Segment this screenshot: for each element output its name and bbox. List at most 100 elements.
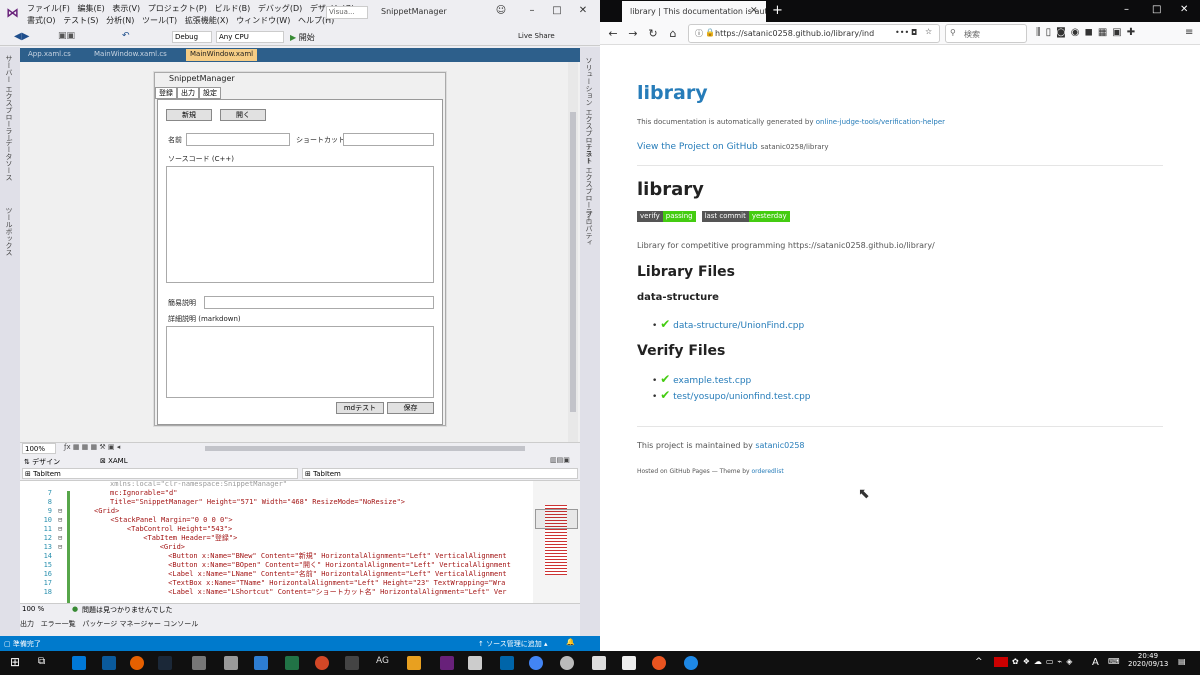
forward-icon[interactable]: → bbox=[626, 27, 640, 41]
menu-project[interactable]: プロジェクト(P) bbox=[148, 4, 207, 13]
excel-icon[interactable] bbox=[285, 656, 299, 670]
code-zoom[interactable]: 100 % bbox=[22, 605, 44, 613]
menu-test[interactable]: テスト(S) bbox=[63, 16, 98, 25]
app-ag-icon[interactable]: AG bbox=[376, 656, 389, 666]
unionfind-test-link[interactable]: test/yosupo/unionfind.test.cpp bbox=[673, 392, 810, 402]
app-icon[interactable] bbox=[254, 656, 268, 670]
vs-search-box[interactable]: Visua... bbox=[326, 6, 368, 19]
md-test-button[interactable]: mdテスト bbox=[336, 402, 384, 414]
shortcut-field[interactable] bbox=[343, 133, 434, 146]
ime-indicator[interactable]: A bbox=[1092, 657, 1099, 668]
new-tab-icon[interactable]: + bbox=[772, 3, 783, 18]
form-tab-register[interactable]: 登録 bbox=[155, 87, 177, 99]
code-minimap[interactable] bbox=[533, 481, 580, 603]
minimap-viewport[interactable] bbox=[535, 509, 578, 529]
pocket-icon[interactable]: ◘ bbox=[911, 28, 917, 37]
ff-maximize-icon[interactable]: □ bbox=[1152, 4, 1161, 15]
error-list-tab[interactable]: エラー一覧 bbox=[41, 620, 76, 628]
start-button[interactable]: ▶ 開始 bbox=[290, 32, 315, 43]
back-forward-icon[interactable]: ◀▶ bbox=[14, 31, 29, 42]
tray-expand-icon[interactable]: ^ bbox=[975, 657, 983, 667]
menu-edit[interactable]: 編集(E) bbox=[77, 4, 104, 13]
unionfind-link[interactable]: data-structure/UnionFind.cpp bbox=[673, 321, 804, 331]
design-tab[interactable]: ⇅ デザイン bbox=[24, 457, 60, 467]
menu-tools[interactable]: ツール(T) bbox=[142, 16, 177, 25]
site-title-link[interactable]: library bbox=[637, 82, 708, 104]
page-actions-icon[interactable]: ••• bbox=[895, 28, 909, 37]
account-icon[interactable]: ☺ bbox=[491, 4, 511, 18]
search-box[interactable]: ⚲ 検索 bbox=[945, 24, 1027, 43]
edge-icon[interactable] bbox=[72, 656, 86, 670]
menu-debug[interactable]: デバッグ(D) bbox=[258, 4, 302, 13]
close-icon[interactable]: ✕ bbox=[573, 4, 593, 18]
doc-tab-mainwindow-cs[interactable]: MainWindow.xaml.cs bbox=[90, 49, 171, 61]
name-field[interactable] bbox=[186, 133, 290, 146]
menu-icon[interactable]: ≡ bbox=[1185, 27, 1193, 38]
app-icon[interactable] bbox=[560, 656, 574, 670]
open-button[interactable]: 開く bbox=[220, 109, 266, 121]
reload-icon[interactable]: ↻ bbox=[646, 27, 660, 41]
start-icon[interactable]: ⊞ bbox=[10, 655, 20, 669]
home-icon[interactable]: ⌂ bbox=[666, 27, 680, 41]
maps-icon[interactable] bbox=[684, 656, 698, 670]
maximize-icon[interactable]: □ bbox=[547, 4, 567, 18]
source-field[interactable] bbox=[166, 166, 434, 283]
short-desc-field[interactable] bbox=[204, 296, 434, 309]
grid-icons[interactable]: ƒx ▦ ▦ ▦ ⚒ ▣ ◂ bbox=[64, 443, 120, 451]
doc-tab-mainwindow-xaml[interactable]: MainWindow.xaml bbox=[186, 49, 258, 61]
detail-desc-field[interactable] bbox=[166, 326, 434, 398]
app-icon[interactable] bbox=[622, 656, 636, 670]
horizontal-scroll-thumb[interactable] bbox=[205, 446, 525, 451]
verify-badge-status[interactable]: passing bbox=[662, 211, 696, 222]
xaml-code-editor[interactable]: xmlns:local="clr-namespace:SnippetManage… bbox=[20, 481, 533, 603]
xaml-tab[interactable]: ⊠ XAML bbox=[100, 457, 128, 465]
output-tab[interactable]: 出力 bbox=[20, 620, 34, 628]
tray-ime-icon[interactable]: ⌨ bbox=[1108, 657, 1120, 666]
ff-minimize-icon[interactable]: – bbox=[1124, 4, 1129, 15]
minimize-icon[interactable]: – bbox=[522, 4, 542, 18]
view-project-link[interactable]: View the Project on GitHub bbox=[637, 142, 758, 152]
properties-tab[interactable]: プロパティ bbox=[584, 211, 594, 246]
tray-app-icon[interactable] bbox=[994, 657, 1008, 667]
notification-center-icon[interactable]: ▤ bbox=[1178, 657, 1186, 666]
new-button[interactable]: 新規 bbox=[166, 109, 212, 121]
example-test-link[interactable]: example.test.cpp bbox=[673, 376, 751, 386]
firefox-icon[interactable] bbox=[130, 656, 144, 670]
theme-link[interactable]: orderedlist bbox=[752, 468, 784, 475]
undo-icon[interactable]: ↶ bbox=[122, 31, 130, 41]
data-source-tab[interactable]: データソース bbox=[4, 139, 14, 181]
server-explorer-tab[interactable]: サーバー エクスプローラー bbox=[4, 55, 14, 141]
steam-icon[interactable] bbox=[158, 656, 172, 670]
tab-close-icon[interactable]: ✕ bbox=[750, 6, 758, 16]
oj-verify-link[interactable]: online-judge-tools/verification-helper bbox=[816, 118, 945, 126]
url-bar[interactable]: ⓘ 🔒 https://satanic0258.github.io/librar… bbox=[688, 24, 940, 43]
menu-view[interactable]: 表示(V) bbox=[112, 4, 140, 13]
ff-close-icon[interactable]: ✕ bbox=[1180, 4, 1188, 15]
nav-left-select[interactable]: ⊞ TabItem bbox=[22, 468, 298, 479]
tray-icons[interactable]: ✿❖☁▭⌁◈ bbox=[1012, 657, 1076, 666]
task-view-icon[interactable]: ⧉ bbox=[38, 656, 45, 667]
ie-icon[interactable] bbox=[102, 656, 116, 670]
platform-select[interactable]: Any CPU bbox=[216, 31, 284, 43]
app-icon[interactable] bbox=[592, 656, 606, 670]
menu-analyze[interactable]: 分析(N) bbox=[106, 16, 134, 25]
zoom-select[interactable]: 100% bbox=[22, 443, 56, 454]
info-icon[interactable]: ⓘ bbox=[695, 28, 703, 39]
menu-file[interactable]: ファイル(F) bbox=[27, 4, 70, 13]
notification-icon[interactable]: 🔔 bbox=[566, 638, 575, 646]
browser-tab[interactable]: library | This documentation is aut bbox=[622, 1, 766, 22]
vscode-icon[interactable] bbox=[500, 656, 514, 670]
form-tab-output[interactable]: 出力 bbox=[177, 87, 199, 99]
toolbox-tab[interactable]: ツールボックス bbox=[4, 207, 14, 256]
menu-format[interactable]: 書式(O) bbox=[27, 16, 56, 25]
back-icon[interactable]: ← bbox=[606, 27, 620, 41]
bookmark-star-icon[interactable]: ☆ bbox=[925, 27, 932, 36]
commit-badge-label[interactable]: last commit bbox=[701, 211, 749, 222]
menu-build[interactable]: ビルド(B) bbox=[215, 4, 251, 13]
scroll-thumb[interactable] bbox=[570, 112, 576, 412]
verify-badge-label[interactable]: verify bbox=[637, 211, 663, 222]
nav-right-select[interactable]: ⊞ TabItem bbox=[302, 468, 578, 479]
chrome-icon[interactable] bbox=[529, 656, 543, 670]
maintainer-link[interactable]: satanic0258 bbox=[755, 441, 804, 450]
app-icon[interactable] bbox=[407, 656, 421, 670]
